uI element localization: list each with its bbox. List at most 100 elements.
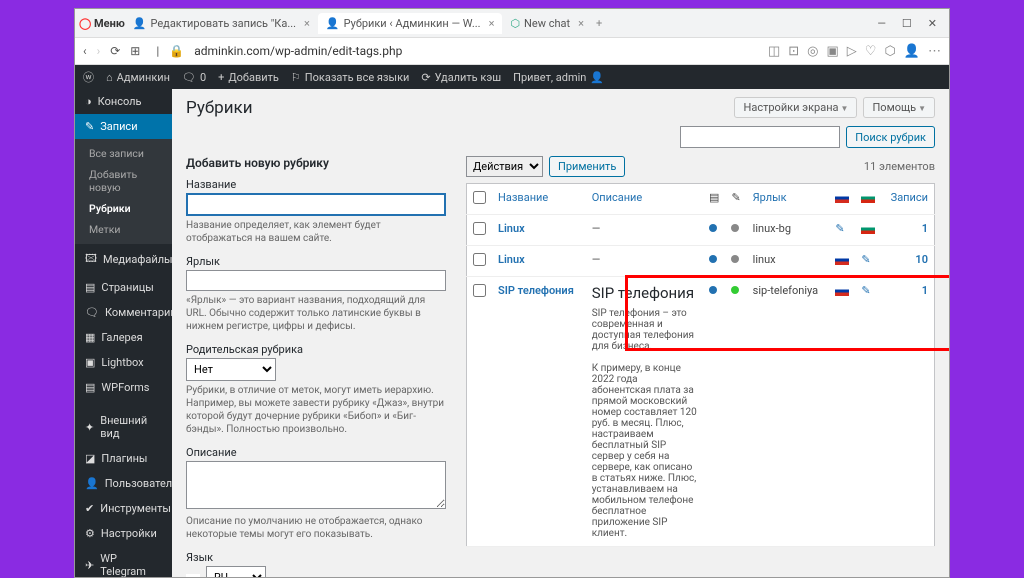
search-button[interactable]: Поиск рубрик (846, 126, 935, 148)
apply-button[interactable]: Применить (549, 156, 625, 177)
sidebar-item[interactable]: ▤WPForms (75, 375, 172, 400)
bulk-action-select[interactable]: Действия (466, 156, 543, 177)
ext-icon[interactable]: ⬡ (884, 44, 895, 59)
comments-link[interactable]: 🗨 0 (182, 71, 206, 84)
ext-icon[interactable]: ♡ (865, 44, 877, 59)
reload-icon[interactable]: ⟳ (110, 44, 120, 58)
menu-icon: ▣ (85, 356, 95, 369)
sidebar-item[interactable]: ▣Lightbox (75, 350, 172, 375)
ext-icon[interactable]: ▷ (847, 44, 857, 59)
sidebar-subitem[interactable]: Добавить новую (75, 164, 172, 198)
flag-ru-icon (835, 193, 849, 203)
browser-tabs: ◯ Меню 👤Редактировать запись "Ка...× 👤Ру… (75, 9, 949, 37)
new-tab[interactable]: + (596, 17, 602, 30)
apps-icon[interactable]: ⊞ (130, 44, 140, 58)
desc-input[interactable] (186, 461, 446, 509)
close-icon[interactable]: × (578, 17, 584, 30)
ext-icon[interactable]: ◫ (768, 44, 780, 59)
posts-count[interactable]: 10 (915, 253, 928, 266)
tab-0[interactable]: 👤Редактировать запись "Ка...× (125, 13, 318, 34)
search-input[interactable] (680, 126, 840, 148)
sidebar-item[interactable]: ✔Инструменты (75, 496, 172, 521)
seo-dot (709, 224, 717, 232)
col-slug[interactable]: Ярлык (753, 191, 787, 204)
slug-input[interactable] (186, 270, 446, 291)
close-icon[interactable]: × (489, 17, 495, 30)
url-field[interactable]: adminkin.com/wp-admin/edit-tags.php (194, 44, 758, 58)
edit-icon[interactable]: ✎ (835, 222, 844, 235)
sidebar-item[interactable]: ⚙Настройки (75, 521, 172, 546)
sidebar-item[interactable]: ◪Плагины (75, 446, 172, 471)
ext-icon[interactable]: ⊡ (788, 44, 799, 59)
back-icon[interactable]: ‹ (83, 44, 87, 58)
close-win-icon[interactable]: ✕ (928, 17, 937, 30)
sidebar-item[interactable]: ✎Записи (75, 114, 172, 139)
select-all[interactable] (473, 191, 486, 204)
ext-icon[interactable]: ▣ (827, 44, 839, 59)
sidebar-subitem[interactable]: Метки (75, 219, 172, 240)
ext-icon[interactable]: ◎ (807, 44, 818, 59)
row-checkbox[interactable] (473, 284, 486, 297)
row-checkbox[interactable] (473, 253, 486, 266)
opera-menu[interactable]: ◯ Меню (79, 17, 125, 30)
site-link[interactable]: ⌂ Админкин (106, 71, 170, 84)
address-bar: ‹ › ⟳ ⊞ | 🔒 adminkin.com/wp-admin/edit-t… (75, 37, 949, 65)
menu-icon: ◑ (85, 95, 92, 108)
forward-icon[interactable]: › (97, 44, 101, 58)
close-icon[interactable]: × (304, 17, 310, 30)
name-input[interactable] (186, 193, 446, 216)
sidebar-item[interactable]: ▦Галерея (75, 325, 172, 350)
admin-sidebar: ◑Консоль✎Записи Все записиДобавить новуюР… (75, 89, 172, 577)
edit-icon[interactable]: ✎ (861, 253, 870, 266)
add-term-form: Добавить новую рубрику Название Название… (186, 156, 446, 577)
name-label: Название (186, 178, 446, 191)
flag-ru-icon (835, 286, 849, 296)
lock-icon: 🔒 (169, 44, 184, 58)
sidebar-item[interactable]: 🗨Комментарии (75, 300, 172, 325)
wp-admin-bar: ⓦ ⌂ Админкин 🗨 0 + Добавить ⚐ Показать в… (75, 65, 949, 89)
desc-desc: Описание по умолчанию не отображается, о… (186, 515, 446, 541)
sidebar-item[interactable]: ✈WP Telegram (75, 546, 172, 577)
menu-icon[interactable]: ⋯ (928, 44, 941, 59)
sidebar-item[interactable]: ✦Внешний вид (75, 408, 172, 446)
tab-1[interactable]: 👤Рубрики ‹ Админкин — W...× (318, 13, 503, 34)
parent-label: Родительская рубрика (186, 343, 446, 356)
parent-select[interactable]: Нет (186, 358, 276, 381)
posts-count[interactable]: 1 (922, 284, 928, 297)
menu-icon: ▤ (85, 281, 95, 294)
sidebar-item[interactable]: 🖾Медиафайлы (75, 244, 172, 275)
lang-label: Язык (186, 551, 446, 564)
col-desc[interactable]: Описание (592, 191, 643, 204)
sidebar-subitem[interactable]: Рубрики (75, 198, 172, 219)
user-greeting[interactable]: Привет, admin 👤 (513, 71, 941, 84)
sidebar-item[interactable]: ◑Консоль (75, 89, 172, 114)
show-langs[interactable]: ⚐ Показать все языки (291, 71, 409, 84)
col-name[interactable]: Название (498, 191, 548, 204)
col-posts[interactable]: Записи (891, 191, 928, 204)
term-link[interactable]: Linux (498, 253, 525, 266)
desc-label: Описание (186, 446, 446, 459)
sidebar-item[interactable]: ▤Страницы (75, 275, 172, 300)
edit-icon[interactable]: ✎ (861, 284, 870, 297)
sidebar-item[interactable]: 👤Пользователи (75, 471, 172, 496)
sidebar-subitem[interactable]: Все записи (75, 143, 172, 164)
slug-desc: «Ярлык» — это вариант названия, подходящ… (186, 294, 446, 333)
menu-icon: ✈ (85, 559, 94, 572)
lang-select[interactable]: RU (206, 566, 266, 577)
posts-count[interactable]: 1 (922, 222, 928, 235)
menu-icon: ◪ (85, 452, 95, 465)
term-link[interactable]: Linux (498, 222, 525, 235)
help-button[interactable]: Помощь (863, 97, 935, 118)
row-checkbox[interactable] (473, 222, 486, 235)
min-icon[interactable]: — (877, 17, 886, 30)
add-new[interactable]: + Добавить (218, 71, 279, 84)
avatar-icon[interactable]: 👤 (904, 44, 920, 59)
wp-logo[interactable]: ⓦ (83, 69, 94, 85)
terms-table: Название Описание ▤ ✎ Ярлык Записи Linux… (466, 183, 935, 547)
clear-cache[interactable]: ⟳ Удалить кэш (421, 71, 501, 84)
max-icon[interactable]: ☐ (902, 17, 912, 30)
term-link[interactable]: SIP телефония (498, 284, 574, 297)
tab-2[interactable]: ⬡New chat× (502, 13, 592, 34)
menu-icon: 🗨 (85, 306, 99, 319)
screen-options-button[interactable]: Настройки экрана (734, 97, 857, 118)
